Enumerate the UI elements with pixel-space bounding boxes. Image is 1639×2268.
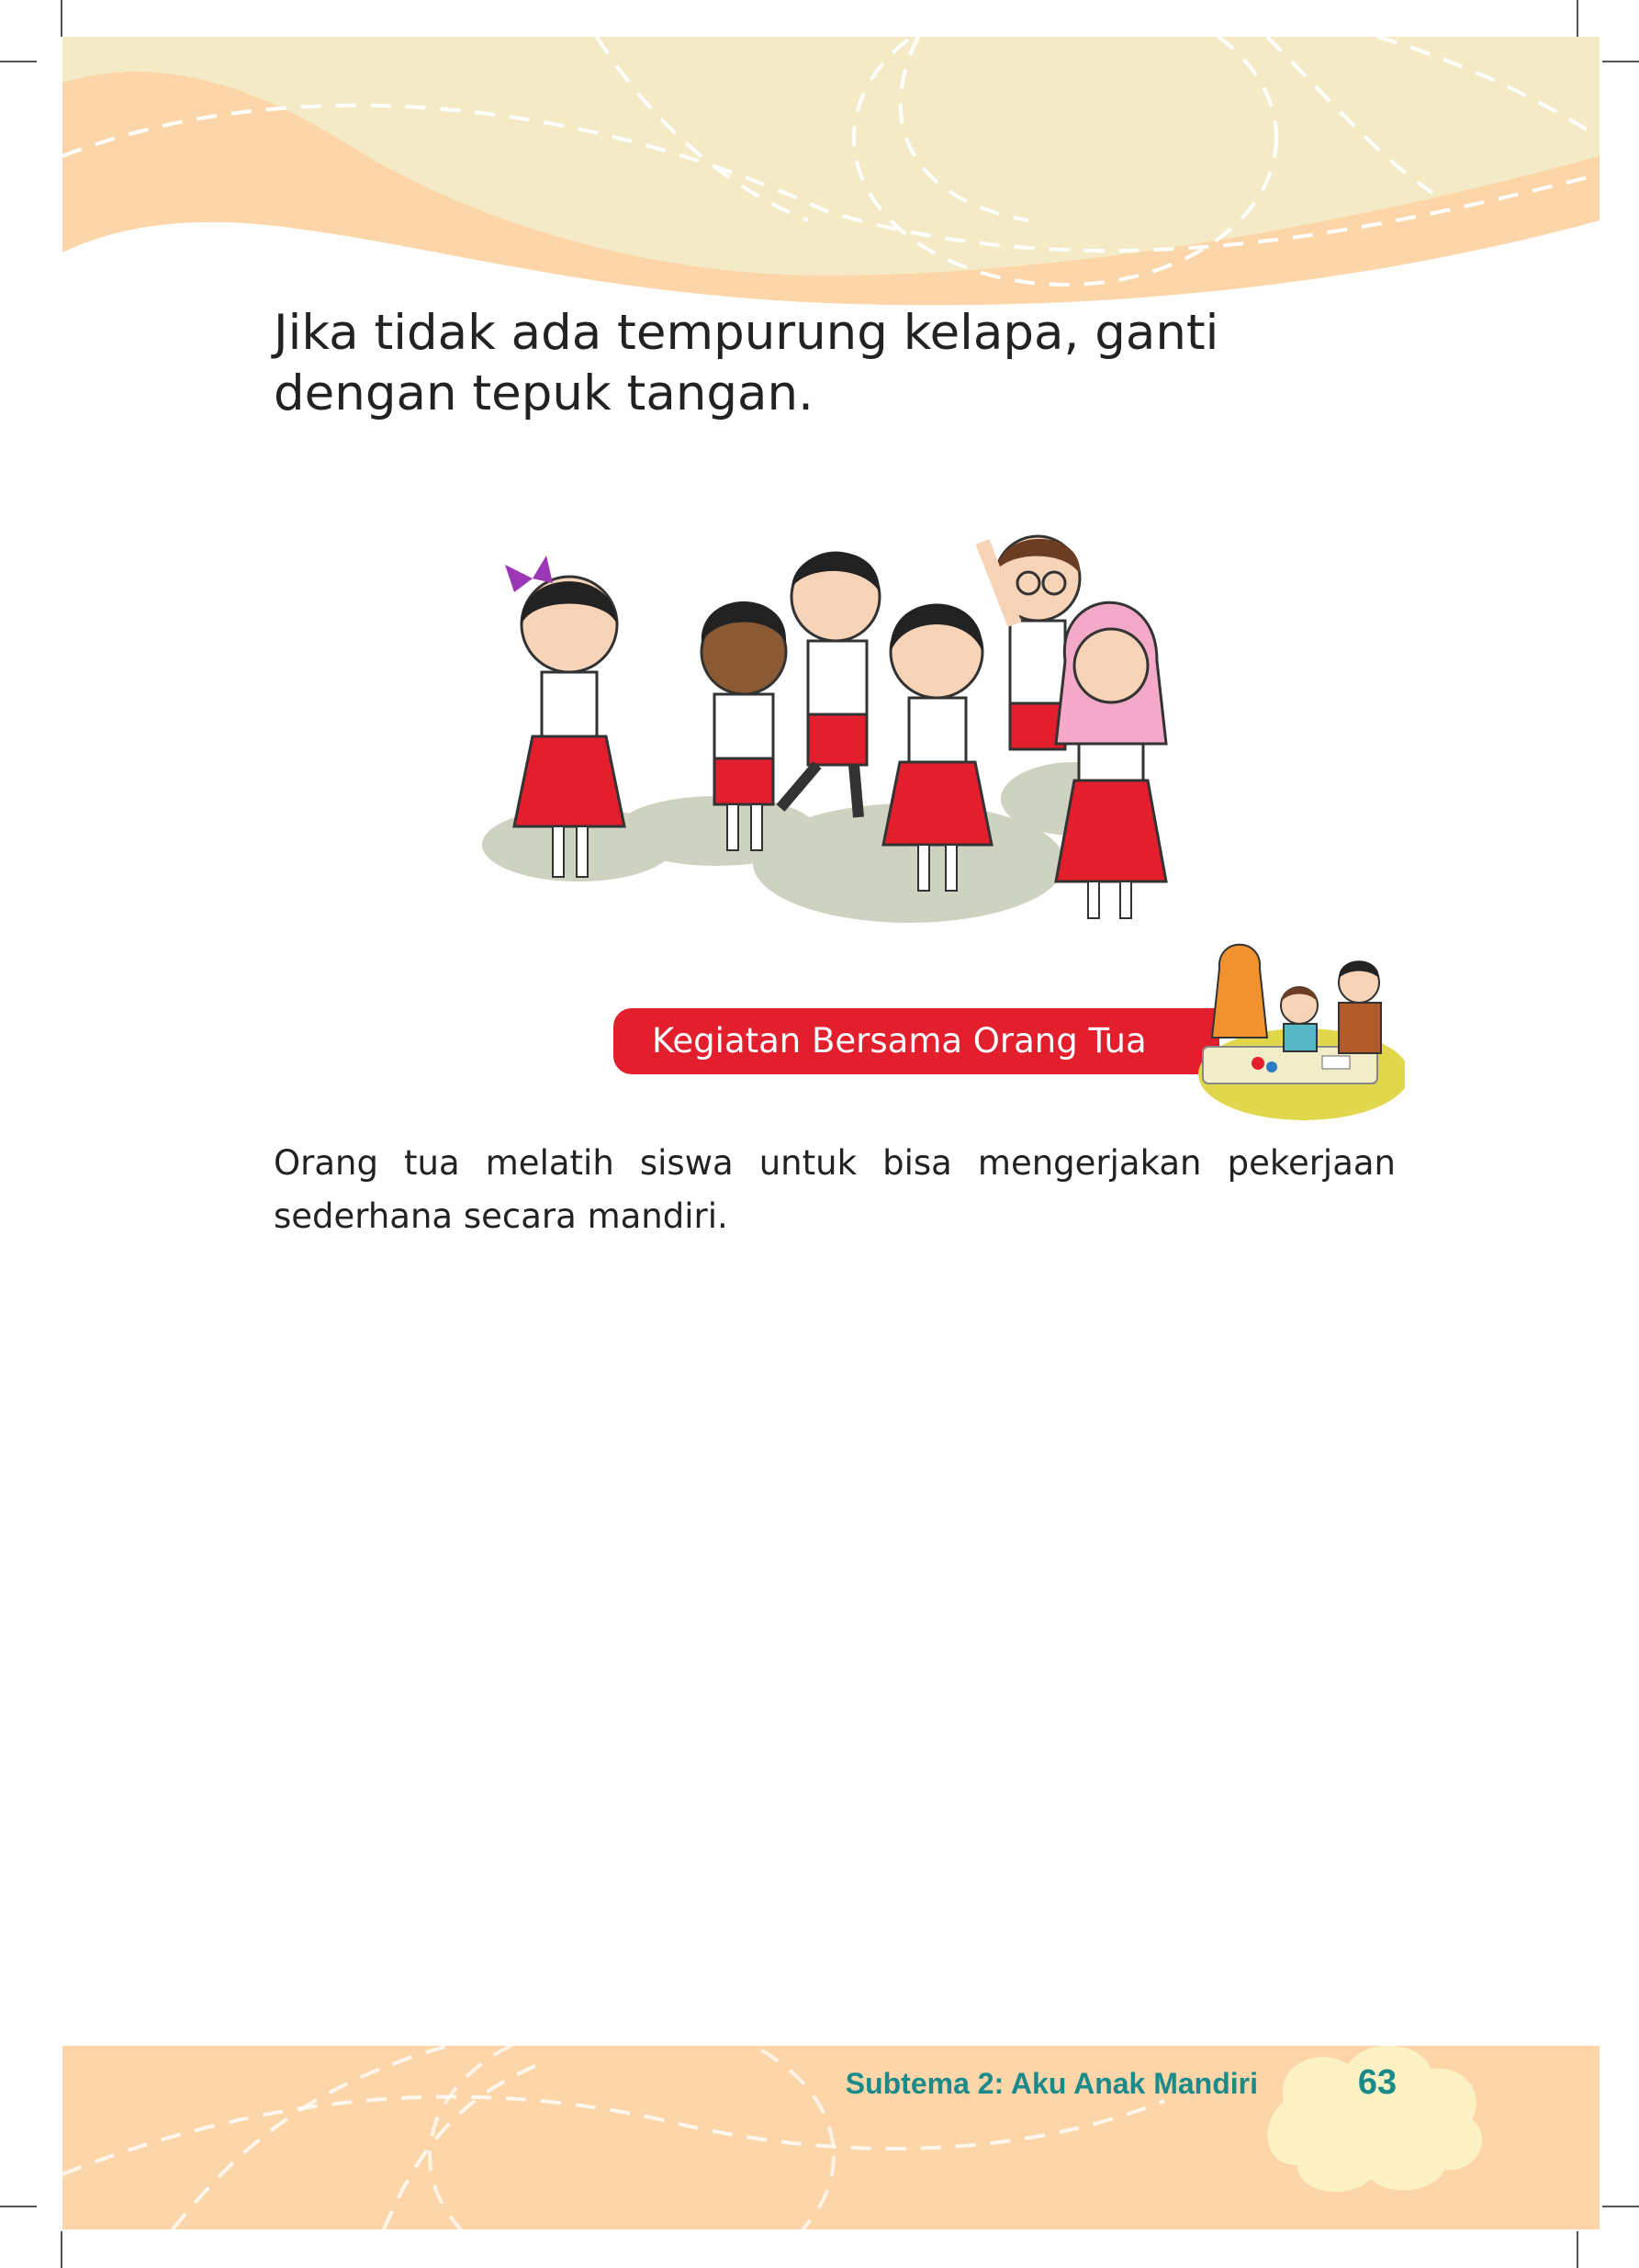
crop-mark-bottom-left-h <box>0 2206 37 2207</box>
instruction-text: Jika tidak ada tempurung kelapa, ganti d… <box>274 305 1219 421</box>
page-number: 63 <box>1357 2063 1398 2102</box>
section-title: Kegiatan Bersama Orang Tua <box>652 1021 1147 1061</box>
crop-mark-bottom-left-v <box>61 2231 62 2268</box>
family-activity-illustration <box>1198 943 1405 1120</box>
footer-subtheme-label: Subtema 2: Aku Anak Mandiri <box>845 2067 1258 2100</box>
section-banner-parent-activity: Kegiatan Bersama Orang Tua <box>613 1008 1219 1074</box>
crop-mark-bottom-right-v <box>1577 2231 1578 2268</box>
crop-mark-bottom-right-h <box>1602 2206 1639 2207</box>
children-clapping-illustration <box>482 534 1168 923</box>
header-decoration <box>62 0 1601 306</box>
parent-activity-text: Orang tua melatih siswa untuk bisa menge… <box>274 1143 1396 1236</box>
